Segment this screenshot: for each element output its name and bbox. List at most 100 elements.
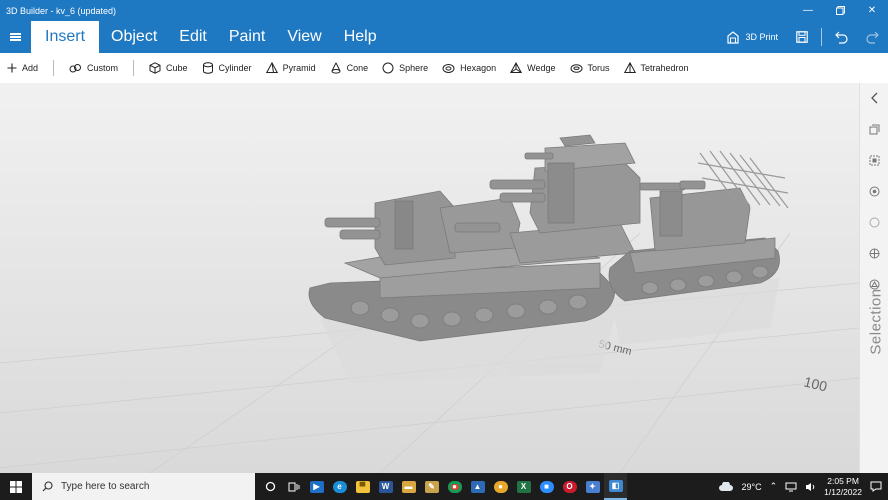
undo-icon	[835, 31, 848, 44]
cone-icon	[331, 62, 341, 74]
shape-wedge-button[interactable]: Wedge	[503, 53, 562, 83]
excel-icon[interactable]: X	[512, 473, 535, 500]
opera-icon[interactable]: O	[558, 473, 581, 500]
edge-icon[interactable]: e	[328, 473, 351, 500]
sphere-icon	[382, 62, 394, 74]
settings-icon[interactable]	[867, 184, 881, 198]
ruler: 50 mm 100	[597, 338, 829, 394]
shape-pyramid-button[interactable]: Pyramid	[259, 53, 323, 83]
notifications-icon[interactable]	[870, 481, 882, 492]
3d-print-button[interactable]: 3D Print	[717, 21, 787, 53]
chevron-left-icon[interactable]	[867, 91, 881, 105]
circle-icon[interactable]	[867, 215, 881, 229]
scene-canvas: 50 mm 100	[0, 134, 859, 473]
tab-object[interactable]: Object	[101, 21, 167, 53]
shape-tetrahedron-label: Tetrahedron	[640, 63, 689, 73]
shape-cone-button[interactable]: Cone	[323, 53, 376, 83]
undo-button[interactable]	[826, 21, 857, 53]
duplicate-icon[interactable]	[867, 122, 881, 136]
custom-shapes-icon	[69, 63, 82, 72]
cortana-icon[interactable]	[259, 473, 282, 500]
network-icon[interactable]	[785, 482, 797, 492]
add-label: Add	[22, 63, 39, 73]
word-icon[interactable]: W	[374, 473, 397, 500]
wedge-icon	[510, 62, 523, 73]
file-explorer-icon[interactable]: ▀	[351, 473, 374, 500]
shape-sphere-label: Sphere	[399, 63, 429, 73]
torus-icon	[570, 63, 583, 73]
shape-cylinder-button[interactable]: Cylinder	[195, 53, 259, 83]
save-button[interactable]	[787, 21, 817, 53]
media-app-icon[interactable]: ▶	[305, 473, 328, 500]
task-view-icon[interactable]	[282, 473, 305, 500]
clock-date: 1/12/2022	[824, 486, 862, 497]
tab-view[interactable]: View	[277, 21, 331, 53]
zoom-icon[interactable]: ■	[535, 473, 558, 500]
cylinder-icon	[202, 62, 213, 74]
tab-edit[interactable]: Edit	[169, 21, 217, 53]
toolbar-separator	[133, 60, 135, 76]
custom-label: Custom	[87, 63, 119, 73]
clock[interactable]: 2:05 PM 1/12/2022	[824, 476, 862, 498]
3d-print-label: 3D Print	[745, 32, 778, 42]
shape-hexagon-button[interactable]: Hexagon	[435, 53, 503, 83]
system-tray: 29°C ⌃ 2:05 PM 1/12/2022	[718, 473, 888, 500]
redo-icon	[866, 31, 879, 44]
3d-builder-icon[interactable]: ▲	[466, 473, 489, 500]
save-icon	[796, 31, 808, 43]
chevron-up-icon[interactable]: ⌃	[770, 481, 778, 492]
redo-button[interactable]	[857, 21, 888, 53]
title-bar: 3D Builder - kv_6 (updated) — ✕	[0, 0, 888, 21]
custom-button[interactable]: Custom	[62, 53, 125, 83]
tab-help[interactable]: Help	[334, 21, 387, 53]
shape-hexagon-label: Hexagon	[460, 63, 497, 73]
shape-wedge-label: Wedge	[527, 63, 556, 73]
menu-separator	[821, 28, 822, 46]
shape-cube-label: Cube	[166, 63, 188, 73]
tab-insert[interactable]: Insert	[31, 21, 100, 53]
ruler-label-100: 100	[802, 373, 829, 394]
maximize-button[interactable]	[824, 0, 856, 21]
shape-cylinder-label: Cylinder	[218, 63, 252, 73]
taskbar-apps: ▶ e ▀ W ▬ ✎ ● ▲ ● X ■ O ✦ ◧	[259, 473, 627, 500]
selection-label: Selection	[867, 288, 885, 355]
pyramid-icon	[265, 62, 278, 73]
shape-tetrahedron-button[interactable]: Tetrahedron	[617, 53, 696, 83]
hexagon-icon	[442, 63, 455, 73]
chrome-profile-icon[interactable]: ●	[489, 473, 512, 500]
windows-logo-icon	[10, 480, 22, 493]
hamburger-menu-icon[interactable]	[0, 21, 30, 53]
shape-sphere-button[interactable]: Sphere	[375, 53, 435, 83]
start-button[interactable]	[0, 473, 32, 500]
shape-torus-label: Torus	[587, 63, 610, 73]
paint-3d-icon[interactable]: ✦	[581, 473, 604, 500]
search-icon	[42, 481, 53, 492]
add-button[interactable]: Add	[0, 53, 45, 83]
shape-cube-button[interactable]: Cube	[142, 53, 195, 83]
cube-icon	[149, 62, 161, 74]
paint-icon[interactable]: ✎	[420, 473, 443, 500]
clock-time: 2:05 PM	[827, 475, 859, 486]
toolbar-separator	[53, 60, 55, 76]
3d-builder-taskbar-icon[interactable]: ◧	[604, 473, 627, 500]
taskbar-search-input[interactable]: Type here to search	[32, 473, 255, 500]
windows-taskbar: Type here to search ▶ e ▀ W ▬ ✎ ● ▲ ● X …	[0, 473, 888, 500]
minimize-button[interactable]: —	[792, 0, 824, 21]
volume-icon[interactable]	[805, 482, 816, 492]
insert-toolbar: Add Custom Cube Cylinder Pyramid Cone Sp…	[0, 53, 888, 83]
window-title: 3D Builder - kv_6 (updated)	[6, 5, 117, 16]
close-button[interactable]: ✕	[856, 0, 888, 21]
chrome-icon[interactable]: ●	[443, 473, 466, 500]
tetrahedron-icon	[623, 62, 636, 73]
weather-cloud-icon	[718, 481, 733, 491]
photos-icon[interactable]: ▬	[397, 473, 420, 500]
tab-paint[interactable]: Paint	[219, 21, 275, 53]
shape-pyramid-label: Pyramid	[282, 63, 316, 73]
menu-bar: Insert Object Edit Paint View Help 3D Pr…	[0, 21, 888, 53]
group-icon[interactable]	[867, 153, 881, 167]
target-icon[interactable]	[867, 246, 881, 260]
plus-icon	[7, 63, 17, 73]
3d-viewport[interactable]: 50 mm 100	[0, 83, 859, 473]
weather-temperature[interactable]: 29°C	[742, 482, 762, 492]
shape-torus-button[interactable]: Torus	[563, 53, 617, 83]
